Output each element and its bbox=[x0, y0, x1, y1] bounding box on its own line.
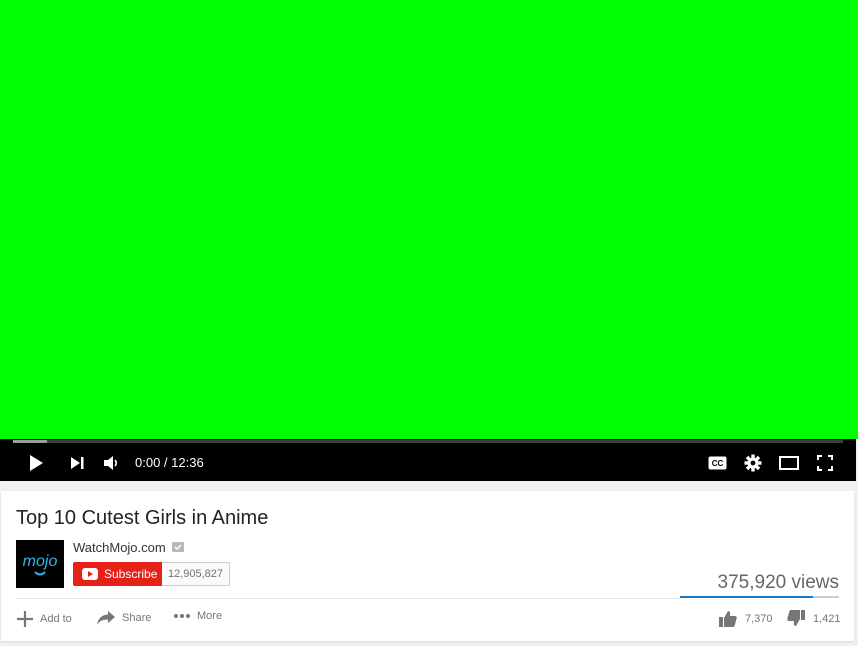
fullscreen-button[interactable] bbox=[813, 451, 837, 475]
dislike-count: 1,421 bbox=[813, 612, 841, 625]
player-controls: 0:00 / 12:36 CC bbox=[0, 439, 856, 481]
channel-avatar[interactable]: mojo bbox=[16, 540, 64, 588]
svg-text:mojo: mojo bbox=[23, 553, 58, 570]
play-button[interactable] bbox=[24, 451, 48, 475]
play-icon bbox=[30, 455, 43, 471]
settings-button[interactable] bbox=[741, 451, 765, 475]
volume-button[interactable] bbox=[100, 451, 122, 475]
more-button[interactable]: More bbox=[173, 610, 222, 622]
time-display: 0:00 / 12:36 bbox=[135, 455, 204, 470]
skip-next-icon bbox=[71, 457, 84, 469]
share-label: Share bbox=[122, 612, 152, 624]
more-label: More bbox=[197, 610, 223, 622]
dislike-button[interactable]: 1,421 bbox=[787, 610, 841, 627]
theater-mode-button[interactable] bbox=[777, 451, 801, 475]
fullscreen-icon bbox=[817, 455, 833, 471]
plus-icon bbox=[17, 611, 33, 627]
like-count: 7,370 bbox=[745, 612, 773, 625]
progress-buffered bbox=[13, 440, 48, 443]
youtube-icon bbox=[82, 568, 98, 580]
like-dislike-ratio-bar bbox=[680, 596, 839, 598]
video-title: Top 10 Cutest Girls in Anime bbox=[16, 507, 269, 529]
thumbs-up-icon bbox=[719, 611, 737, 627]
share-arrow-icon bbox=[97, 611, 115, 625]
add-to-button[interactable]: Add to bbox=[16, 610, 72, 628]
watchmojo-logo: mojo bbox=[16, 540, 64, 588]
channel-name[interactable]: WatchMojo.com bbox=[73, 540, 166, 555]
progress-bar[interactable] bbox=[13, 440, 843, 443]
thumbs-down-icon bbox=[787, 610, 805, 626]
view-count: 375,920 views bbox=[717, 572, 839, 593]
volume-icon bbox=[104, 456, 118, 470]
svg-text:CC: CC bbox=[711, 459, 723, 468]
next-button[interactable] bbox=[66, 451, 88, 475]
like-ratio-fill bbox=[680, 596, 814, 598]
video-frame[interactable] bbox=[0, 0, 858, 439]
captions-button[interactable]: CC bbox=[705, 451, 729, 475]
theater-mode-icon bbox=[779, 456, 799, 470]
share-button[interactable]: Share bbox=[96, 610, 151, 626]
subscribe-label: Subscribe bbox=[104, 567, 158, 581]
subscribe-button[interactable]: Subscribe bbox=[73, 562, 162, 586]
like-button[interactable]: 7,370 bbox=[719, 610, 773, 627]
verified-icon bbox=[172, 542, 184, 552]
more-dots-icon bbox=[174, 614, 190, 618]
video-info-panel: Top 10 Cutest Girls in Anime mojo WatchM… bbox=[1, 491, 854, 641]
divider bbox=[16, 598, 680, 599]
subscriber-count: 12,905,827 bbox=[162, 562, 230, 586]
gear-icon bbox=[744, 454, 762, 472]
add-to-label: Add to bbox=[40, 613, 72, 625]
closed-captions-icon: CC bbox=[708, 456, 726, 470]
